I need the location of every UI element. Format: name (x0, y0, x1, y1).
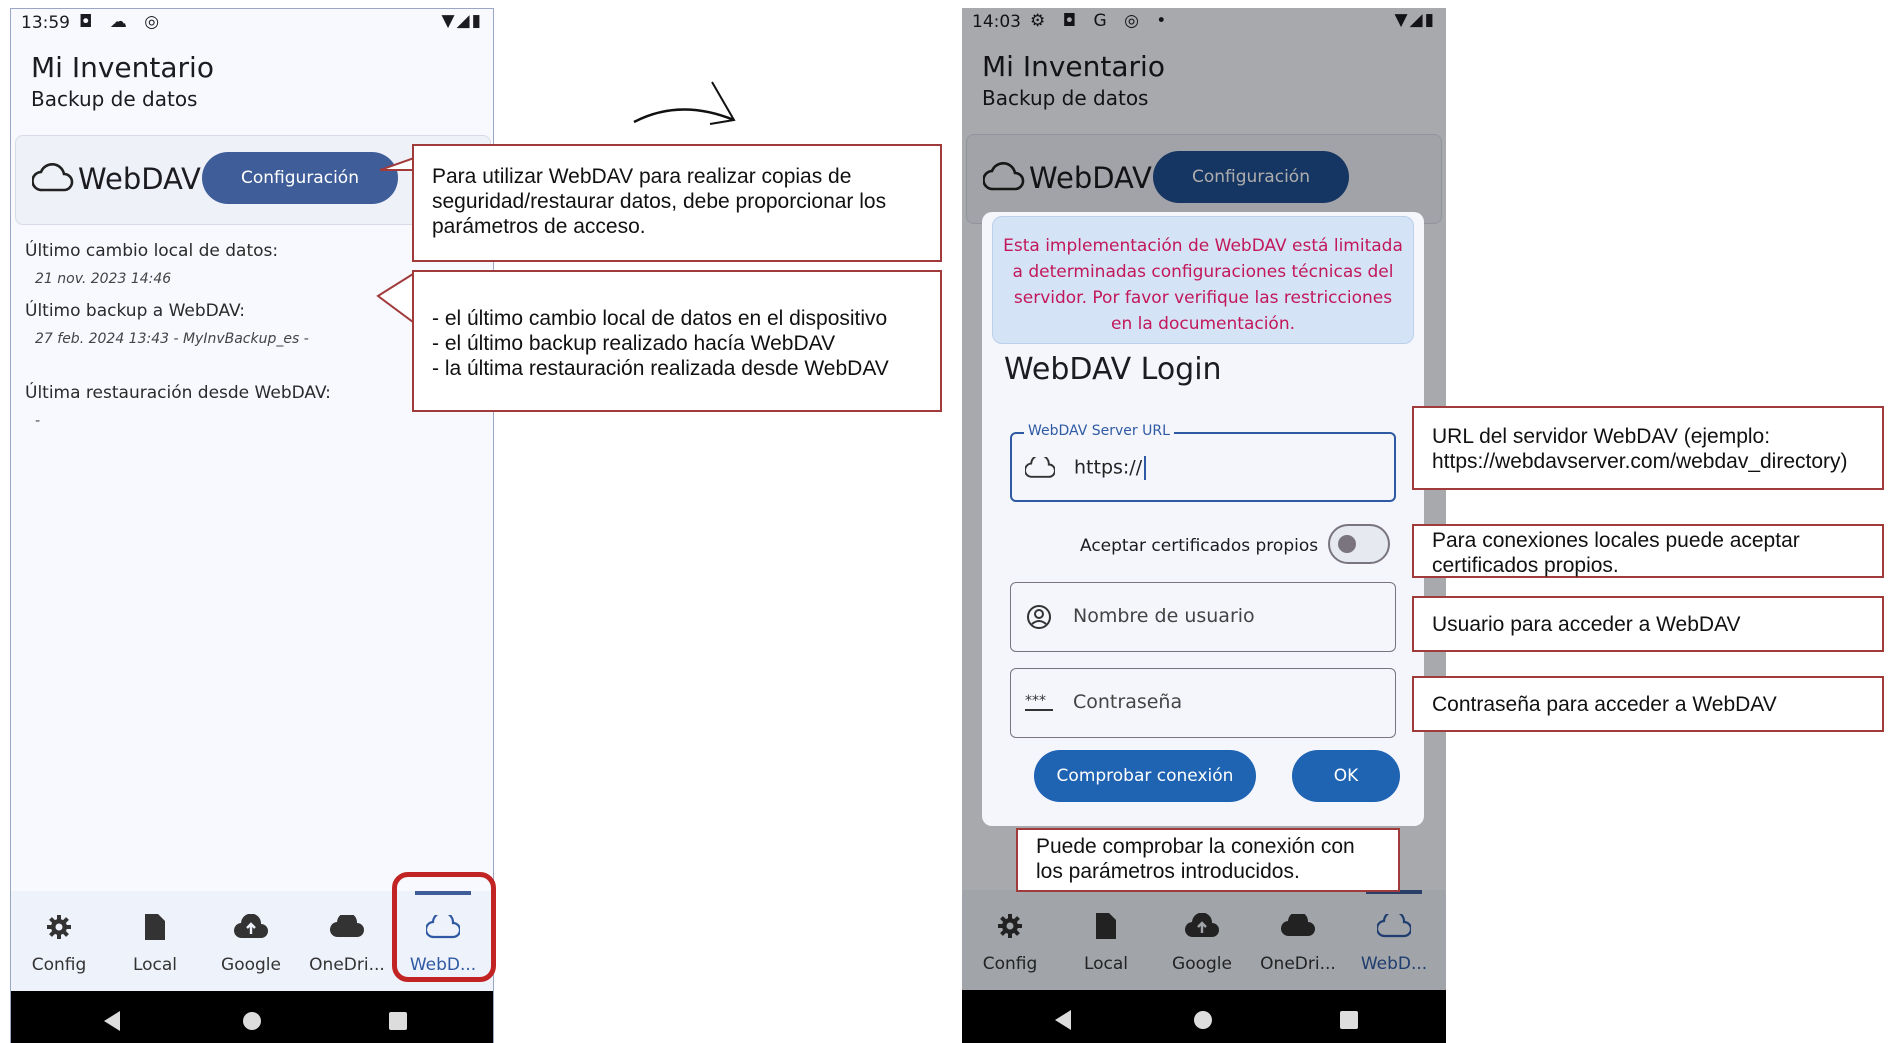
callout-test-connection: Puede comprobar la conexión con los pará… (1016, 828, 1400, 892)
callout-certificates: Para conexiones locales puede aceptar ce… (1412, 524, 1884, 578)
server-url-label: WebDAV Server URL (1024, 423, 1174, 439)
username-placeholder: Nombre de usuario (1073, 605, 1255, 627)
callout-configuration-text: Para utilizar WebDAV para realizar copia… (432, 165, 887, 238)
callout-configuration: Para utilizar WebDAV para realizar copia… (412, 144, 942, 262)
username-field[interactable]: Nombre de usuario (1010, 582, 1396, 652)
callout-server-url-text: URL del servidor WebDAV (ejemplo: https:… (1432, 425, 1848, 473)
toggle-knob (1338, 535, 1356, 553)
callout-password: Contraseña para acceder a WebDAV (1412, 676, 1884, 732)
webdav-login-dialog: Esta implementación de WebDAV está limit… (982, 212, 1424, 826)
accept-certificates-label: Aceptar certificados propios (1080, 536, 1319, 556)
callout-username-text: Usuario para acceder a WebDAV (1432, 613, 1741, 636)
dialog-title: WebDAV Login (1004, 352, 1222, 387)
server-url-value: https:// (1074, 456, 1143, 479)
callout-info-line-3: - la última restauración realizada desde… (432, 357, 889, 380)
password-icon: *** (1023, 689, 1055, 717)
accept-certificates-toggle[interactable] (1328, 524, 1390, 564)
callout-info-line-2: - el último backup realizado hacía WebDA… (432, 332, 836, 355)
cloud-icon (1024, 454, 1056, 482)
test-connection-button[interactable]: Comprobar conexión (1034, 750, 1256, 802)
password-placeholder: Contraseña (1073, 691, 1183, 713)
ok-button[interactable]: OK (1292, 750, 1400, 802)
server-url-field[interactable]: WebDAV Server URL https:// (1010, 423, 1396, 502)
warning-banner: Esta implementación de WebDAV está limit… (992, 216, 1414, 344)
home-icon[interactable] (1194, 1011, 1212, 1029)
svg-text:***: *** (1025, 693, 1046, 709)
back-icon[interactable] (1055, 1010, 1071, 1030)
callout-info: - el último cambio local de datos en el … (412, 270, 942, 412)
system-navigation-bar (962, 990, 1446, 1043)
callout-server-url: URL del servidor WebDAV (ejemplo: https:… (1412, 406, 1884, 490)
password-field[interactable]: *** Contraseña (1010, 668, 1396, 738)
callout-certificates-text: Para conexiones locales puede aceptar ce… (1432, 529, 1800, 577)
callout-password-text: Contraseña para acceder a WebDAV (1432, 693, 1777, 716)
callout-username: Usuario para acceder a WebDAV (1412, 596, 1884, 652)
recents-icon[interactable] (1340, 1011, 1358, 1029)
callout-pointers (376, 156, 1413, 835)
callout-test-connection-text: Puede comprobar la conexión con los pará… (1036, 835, 1355, 883)
account-icon (1023, 603, 1055, 631)
text-caret (1144, 456, 1147, 480)
callout-info-line-1: - el último cambio local de datos en el … (432, 307, 888, 330)
